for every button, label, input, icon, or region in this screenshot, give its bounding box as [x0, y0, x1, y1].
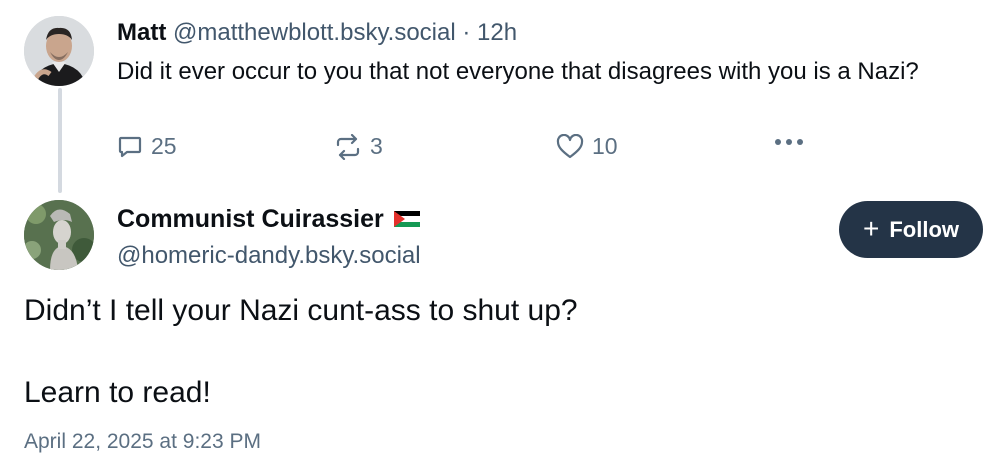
plus-icon: +	[862, 212, 880, 244]
repost-button[interactable]: 3	[334, 133, 383, 160]
follow-button[interactable]: + Follow	[839, 201, 983, 258]
main-post-paragraph: Learn to read!	[24, 376, 211, 409]
main-author-name-row[interactable]: Communist Cuirassier	[117, 203, 420, 235]
palestine-flag-icon	[393, 211, 420, 227]
parent-post-actions: 25 3 10	[0, 133, 1000, 167]
reply-icon	[117, 134, 143, 160]
main-author-handle[interactable]: @homeric-dandy.bsky.social	[117, 240, 421, 272]
post-timestamp[interactable]: April 22, 2025 at 9:23 PM	[24, 427, 261, 457]
parent-post-time[interactable]: 12h	[477, 19, 517, 46]
main-author-avatar[interactable]	[24, 200, 94, 270]
repost-count: 3	[370, 133, 383, 159]
more-options-button[interactable]	[773, 137, 805, 147]
parent-post-text: Did it ever occur to you that not everyo…	[117, 58, 919, 85]
like-button[interactable]: 10	[556, 133, 618, 160]
main-author-name[interactable]: Communist Cuirassier	[117, 203, 384, 235]
post-thread-view: Matt @matthewblott.bsky.social · 12h Did…	[0, 0, 1000, 466]
reply-count: 25	[151, 133, 177, 159]
main-post-paragraph: Didn’t I tell your Nazi cunt-ass to shut…	[24, 294, 578, 327]
parent-post-body: Matt @matthewblott.bsky.social · 12h Did…	[117, 18, 977, 88]
header-separator: ·	[462, 19, 471, 46]
parent-post-header: Matt @matthewblott.bsky.social · 12h	[117, 18, 977, 48]
repost-icon	[334, 133, 362, 160]
parent-author-name[interactable]: Matt	[117, 19, 166, 46]
reply-button[interactable]: 25	[117, 133, 177, 160]
parent-author-handle[interactable]: @matthewblott.bsky.social	[173, 19, 456, 46]
like-count: 10	[592, 133, 618, 159]
follow-label: Follow	[889, 216, 959, 242]
main-post-text: Didn’t I tell your Nazi cunt-ass to shut…	[24, 290, 974, 414]
heart-icon	[556, 133, 584, 160]
ellipsis-icon	[773, 137, 805, 147]
parent-author-avatar[interactable]	[24, 16, 94, 86]
